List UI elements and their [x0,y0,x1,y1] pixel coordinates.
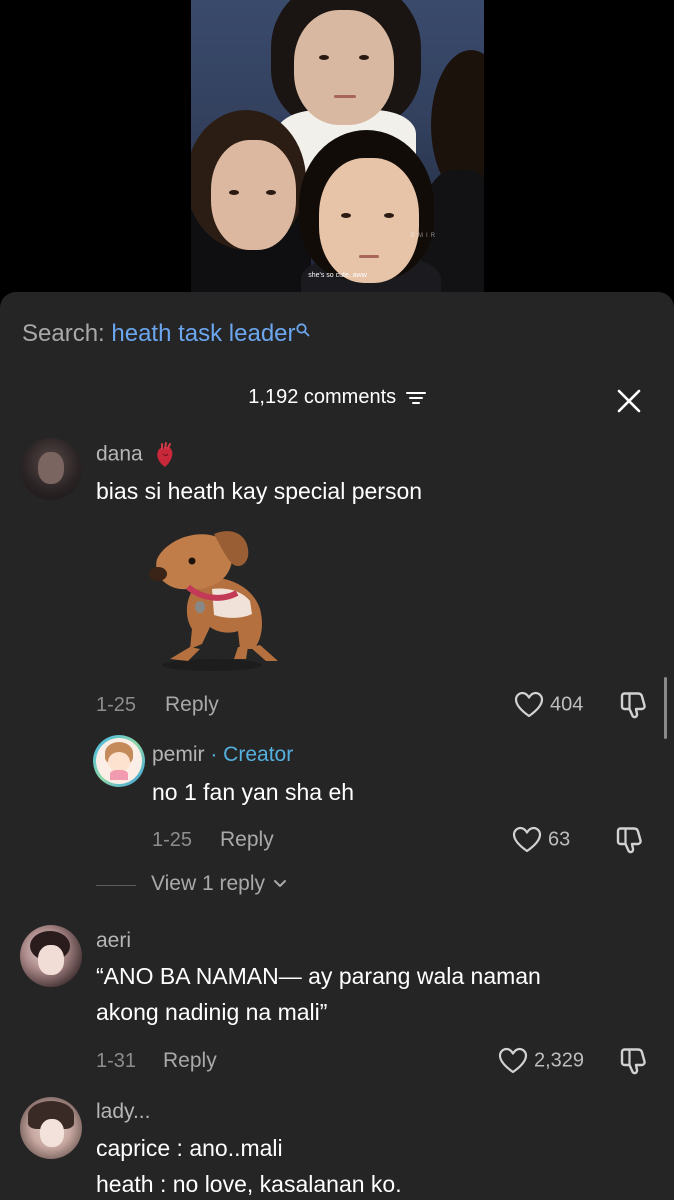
eye [341,213,351,218]
close-icon[interactable] [616,388,642,414]
like-button[interactable]: 63 [512,826,570,854]
creator-avatar[interactable] [93,735,145,787]
comment-text-line: “ANO BA NAMAN— ay parang wala naman [96,963,541,989]
avatar[interactable] [20,1097,82,1159]
comment-text-line: heath : no love, kasalanan ko. [96,1171,402,1197]
comments-header: 1,192 comments [0,386,674,409]
comment-username[interactable]: aeri [96,929,131,953]
reply-button[interactable]: Reply [163,1049,217,1073]
comment-username[interactable]: dana [96,442,175,468]
like-count: 2,329 [534,1049,585,1072]
eye [319,55,329,60]
heart-outline-icon [514,691,544,718]
heart-outline-icon [512,826,542,853]
comment-username[interactable]: pemir · Creator [152,743,293,767]
like-count: 63 [548,828,571,851]
dislike-icon[interactable] [618,1046,648,1076]
dislike-icon[interactable] [614,825,644,855]
view-replies-button[interactable]: View 1 reply [151,872,287,896]
dachshund-dog-sticker [149,531,278,671]
avatar[interactable] [20,438,82,500]
comment-text-line: akong nadinig na mali” [96,999,328,1025]
comment-date: 1-25 [152,829,193,851]
username-text[interactable]: dana [96,443,143,466]
avatar[interactable] [20,925,82,987]
comment-count: 1,192 comments [248,386,397,409]
video-subtitle: she's so cute, aww [308,272,367,279]
comment-text: no 1 fan yan sha eh [152,779,355,805]
creator-label: · Creator [210,743,294,766]
video-player[interactable]: EMIR she's so cute, aww [0,0,674,300]
username-text[interactable]: aeri [96,929,131,952]
comment-text-line: caprice : ano..mali [96,1135,283,1161]
eye [266,190,276,195]
video-watermark: EMIR [411,233,438,239]
comments-panel: Search: heath task leader 1,192 comments… [0,292,674,1200]
person-face [319,158,419,283]
search-term[interactable]: heath task leader [111,320,295,347]
comment-date: 1-25 [96,694,137,716]
like-count: 404 [550,693,584,716]
chevron-down-icon [273,880,286,888]
eye [359,55,369,60]
search-prefix: Search: [22,320,105,347]
mouth [334,95,356,98]
reply-button[interactable]: Reply [220,828,274,852]
like-button[interactable]: 2,329 [498,1047,584,1075]
search-suggestion[interactable]: Search: heath task leader [22,320,310,348]
search-icon [295,323,309,337]
heart-outline-icon [498,1047,528,1074]
dislike-icon[interactable] [618,690,648,720]
eye [229,190,239,195]
view-replies-divider [96,885,136,886]
comment-date: 1-31 [96,1050,137,1072]
comment-username[interactable]: lady... [96,1100,150,1124]
person-face [211,140,296,250]
mouth [359,255,379,258]
scrollbar[interactable] [664,677,667,739]
like-button[interactable]: 404 [514,691,583,719]
person-face [294,10,394,125]
comment-text: bias si heath kay special person [96,478,423,504]
view-replies-label[interactable]: View 1 reply [151,872,265,895]
reply-button[interactable]: Reply [165,693,219,717]
sort-filter-icon[interactable] [405,390,426,406]
username-text[interactable]: lady... [96,1100,150,1123]
video-frame[interactable]: EMIR she's so cute, aww [191,0,484,300]
username-text[interactable]: pemir [152,743,205,766]
anatomical-heart-icon [156,442,172,467]
eye [384,213,394,218]
